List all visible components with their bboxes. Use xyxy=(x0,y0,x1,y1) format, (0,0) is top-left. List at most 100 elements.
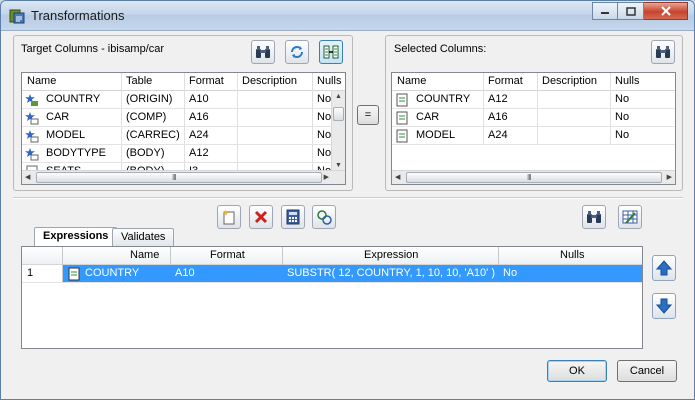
find-expression-button[interactable] xyxy=(582,205,606,229)
find-selected-button[interactable] xyxy=(651,40,675,64)
target-row-name: COUNTRY xyxy=(46,93,101,105)
col-header-name[interactable]: Name xyxy=(397,75,426,87)
target-row[interactable]: MODEL (CARREC) A24 No xyxy=(22,127,345,145)
grid-edit-icon xyxy=(622,210,638,224)
target-row-nulls: No xyxy=(317,129,332,141)
expression-builder-button[interactable] xyxy=(618,205,642,229)
cancel-button[interactable]: Cancel xyxy=(617,360,677,382)
arrow-up-icon xyxy=(656,260,672,276)
arrow-down-icon xyxy=(656,298,672,314)
splitter[interactable] xyxy=(13,197,683,199)
tab-expressions[interactable]: Expressions xyxy=(34,227,118,247)
col-header-nulls[interactable]: Nulls xyxy=(560,249,584,261)
selected-horizontal-scrollbar[interactable]: ◀ III ▶ xyxy=(392,170,675,184)
binoculars-icon xyxy=(587,211,601,223)
selected-row-nulls: No xyxy=(615,93,630,105)
ok-button[interactable]: OK xyxy=(547,360,607,382)
equals-button[interactable]: = xyxy=(357,105,379,125)
selected-row-format: A24 xyxy=(488,129,508,141)
scroll-right-arrow[interactable]: ▶ xyxy=(324,173,329,181)
expression-row[interactable]: 1 COUNTRY A10 SUBSTR( 12, COUNTRY, 1, 10… xyxy=(22,265,642,283)
col-header-description[interactable]: Description xyxy=(242,75,297,87)
target-row-nulls: No xyxy=(317,93,332,105)
col-header-name[interactable]: Name xyxy=(130,249,159,261)
target-row-name: BODYTYPE xyxy=(46,147,106,159)
expressions-grid[interactable]: Name Format Expression Nulls 1 COUNTRY A… xyxy=(21,246,643,349)
target-row[interactable]: COUNTRY (ORIGIN) A10 No xyxy=(22,91,345,109)
expression-row-name: COUNTRY xyxy=(85,267,140,279)
target-row-name: MODEL xyxy=(46,129,86,141)
expression-row-nulls: No xyxy=(503,267,518,279)
maximize-icon xyxy=(625,6,636,16)
scroll-thumb[interactable]: III xyxy=(36,172,322,183)
scroll-thumb[interactable]: III xyxy=(406,172,662,183)
selected-row[interactable]: CAR A16 No xyxy=(392,109,675,127)
delete-icon xyxy=(254,210,268,224)
maximize-button[interactable] xyxy=(618,2,644,20)
new-expression-button[interactable] xyxy=(217,205,241,229)
target-row-nulls: No xyxy=(317,147,332,159)
target-row-table: (BODY) xyxy=(126,147,165,159)
move-down-button[interactable] xyxy=(652,293,676,319)
col-header-format[interactable]: Format xyxy=(189,75,224,87)
target-vertical-scrollbar[interactable]: ▲ ▼ xyxy=(331,91,345,170)
target-row-table: (COMP) xyxy=(126,111,167,123)
refresh-button[interactable] xyxy=(285,40,309,64)
close-button[interactable] xyxy=(644,2,688,20)
refresh-icon xyxy=(291,46,303,58)
column-icon xyxy=(396,129,408,143)
target-horizontal-scrollbar[interactable]: ◀ III ▶ xyxy=(22,170,345,184)
target-row-format: A12 xyxy=(189,147,209,159)
target-row[interactable]: BODYTYPE (BODY) A12 No xyxy=(22,145,345,163)
col-header-expression[interactable]: Expression xyxy=(364,249,418,261)
selected-row[interactable]: COUNTRY A12 No xyxy=(392,91,675,109)
map-columns-button[interactable] xyxy=(319,40,343,64)
target-row-nulls: No xyxy=(317,111,332,123)
new-item-icon xyxy=(223,210,235,225)
transform-icon xyxy=(317,210,332,225)
col-header-table[interactable]: Table xyxy=(126,75,152,87)
selected-row-name: COUNTRY xyxy=(416,93,471,105)
column-icon xyxy=(396,93,408,107)
scroll-thumb[interactable] xyxy=(333,107,344,121)
calculator-button[interactable] xyxy=(281,205,305,229)
target-columns-grid[interactable]: Name Table Format Description Nulls COUN… xyxy=(21,72,346,185)
calculator-icon xyxy=(286,209,300,225)
expression-row-expression: SUBSTR( 12, COUNTRY, 1, 10, 10, 'A10' ) xyxy=(287,267,495,279)
scroll-right-arrow[interactable]: ▶ xyxy=(667,173,672,181)
tab-validates[interactable]: Validates xyxy=(112,228,175,246)
find-button[interactable] xyxy=(251,40,275,64)
selected-columns-header: Name Format Description Nulls xyxy=(392,73,675,91)
selected-columns-grid[interactable]: Name Format Description Nulls COUNTRY A1… xyxy=(391,72,676,185)
target-columns-label: Target Columns - ibisamp/car xyxy=(21,43,165,55)
minimize-button[interactable] xyxy=(592,2,618,20)
col-header-description[interactable]: Description xyxy=(542,75,597,87)
selected-row[interactable]: MODEL A24 No xyxy=(392,127,675,145)
scroll-left-arrow[interactable]: ◀ xyxy=(25,173,30,181)
selected-row-format: A12 xyxy=(488,93,508,105)
col-header-format[interactable]: Format xyxy=(488,75,523,87)
title-bar: Transformations xyxy=(1,1,694,31)
target-row-format: A24 xyxy=(189,129,209,141)
minimize-icon xyxy=(601,12,609,14)
row-number: 1 xyxy=(27,267,34,279)
scroll-left-arrow[interactable]: ◀ xyxy=(395,173,400,181)
scroll-down-arrow[interactable]: ▼ xyxy=(335,162,342,169)
selected-row-name: CAR xyxy=(416,111,440,123)
column-icon xyxy=(396,111,408,125)
scroll-up-arrow[interactable]: ▲ xyxy=(335,93,342,100)
target-row-format: A16 xyxy=(189,111,209,123)
col-header-nulls[interactable]: Nulls xyxy=(615,75,639,87)
delete-expression-button[interactable] xyxy=(249,205,273,229)
transform-button[interactable] xyxy=(312,205,336,229)
col-header-nulls[interactable]: Nulls xyxy=(317,75,341,87)
col-header-name[interactable]: Name xyxy=(27,75,56,87)
selected-columns-label: Selected Columns: xyxy=(394,43,487,55)
target-row-table: (CARREC) xyxy=(126,129,180,141)
target-row[interactable]: CAR (COMP) A16 No xyxy=(22,109,345,127)
key-column-icon xyxy=(25,94,38,106)
col-header-format[interactable]: Format xyxy=(210,249,245,261)
binoculars-icon xyxy=(256,46,270,58)
selected-row-format: A16 xyxy=(488,111,508,123)
move-up-button[interactable] xyxy=(652,255,676,281)
